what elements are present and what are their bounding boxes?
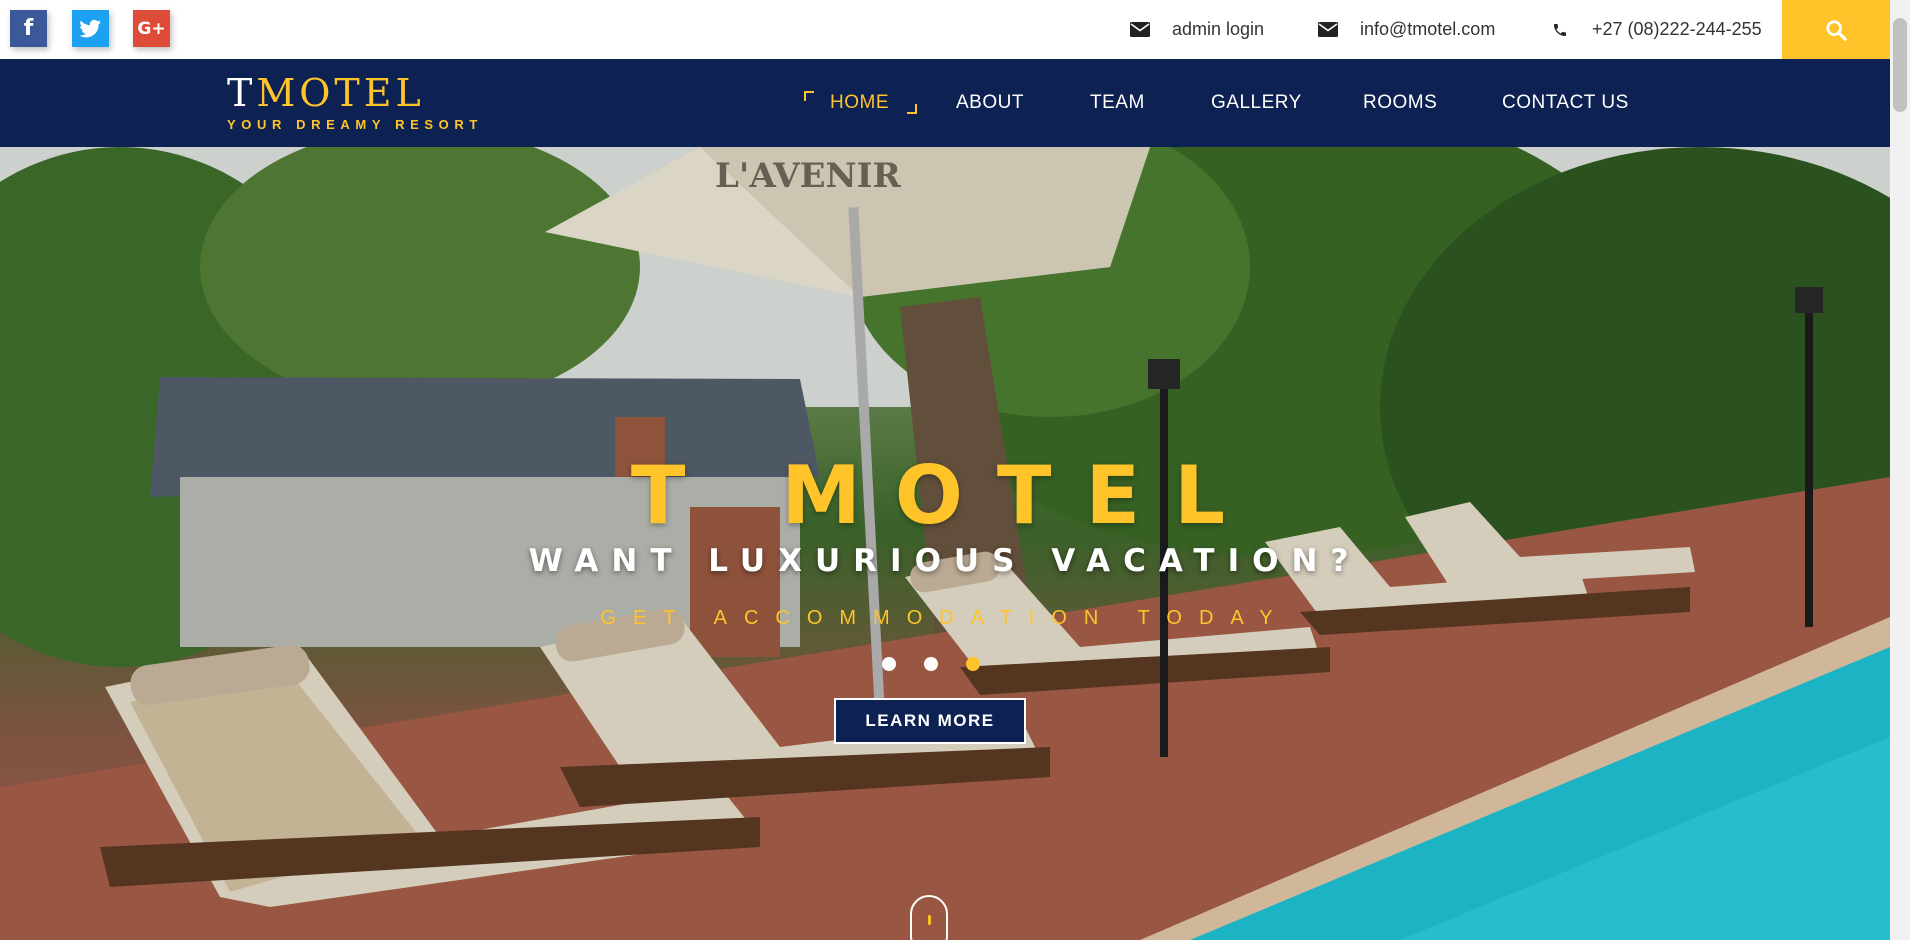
hero-title: T MOTEL — [630, 449, 1260, 542]
envelope-icon — [1130, 20, 1150, 40]
active-nav-corner-top-left — [804, 91, 814, 101]
page-scrollbar[interactable] — [1890, 0, 1910, 940]
hero-slider: L'AVENIR T MOTEL WANT LUXURIOUS VACATION… — [0, 147, 1890, 940]
twitter-icon[interactable] — [72, 10, 109, 47]
slider-dot-2[interactable] — [924, 657, 938, 671]
hero-tagline: GET ACCOMMODATION TODAY — [600, 607, 1290, 629]
logo-first-letter: T — [227, 71, 257, 115]
envelope-icon — [1318, 20, 1338, 40]
nav-gallery[interactable]: GALLERY — [1211, 59, 1302, 147]
nav-team[interactable]: TEAM — [1090, 59, 1145, 147]
main-navbar: TMOTEL YOUR DREAMY RESORT HOME ABOUT TEA… — [0, 59, 1890, 147]
nav-rooms[interactable]: ROOMS — [1363, 59, 1437, 147]
active-nav-corner-bottom-right — [907, 104, 917, 114]
slider-pagination — [882, 657, 980, 671]
logo-rest: MOTEL — [256, 71, 425, 115]
site-logo[interactable]: TMOTEL YOUR DREAMY RESORT — [227, 71, 483, 132]
hero-subtitle: WANT LUXURIOUS VACATION? — [528, 543, 1362, 579]
facebook-icon[interactable]: f — [10, 10, 47, 47]
phone-icon — [1550, 20, 1570, 40]
admin-login-link[interactable]: admin login — [1130, 0, 1264, 59]
phone-link[interactable]: +27 (08)222-244-255 — [1550, 0, 1762, 59]
nav-about[interactable]: ABOUT — [956, 59, 1024, 147]
search-icon — [1826, 19, 1847, 41]
email-label: info@tmotel.com — [1360, 19, 1496, 39]
logo-tagline: YOUR DREAMY RESORT — [227, 117, 483, 132]
twitter-bird-icon — [79, 19, 101, 37]
logo-wordmark: TMOTEL — [227, 71, 483, 115]
admin-login-label: admin login — [1172, 19, 1265, 39]
phone-label: +27 (08)222-244-255 — [1592, 19, 1762, 39]
slider-dot-1[interactable] — [882, 657, 896, 671]
facebook-glyph: f — [23, 16, 34, 41]
mouse-scroll-icon[interactable] — [910, 895, 948, 940]
learn-more-button[interactable]: LEARN MORE — [834, 698, 1026, 744]
slider-dot-3[interactable] — [966, 657, 980, 671]
top-bar: f G+ admin login info@tmotel.com +27 (08… — [0, 0, 1890, 59]
scrollbar-thumb[interactable] — [1893, 18, 1907, 112]
google-plus-icon[interactable]: G+ — [133, 10, 170, 47]
nav-home[interactable]: HOME — [830, 59, 889, 147]
search-button[interactable] — [1782, 0, 1890, 59]
email-link[interactable]: info@tmotel.com — [1318, 0, 1495, 59]
mouse-wheel — [928, 915, 931, 925]
nav-contact-us[interactable]: CONTACT US — [1502, 59, 1629, 147]
google-plus-glyph: G+ — [137, 18, 166, 39]
